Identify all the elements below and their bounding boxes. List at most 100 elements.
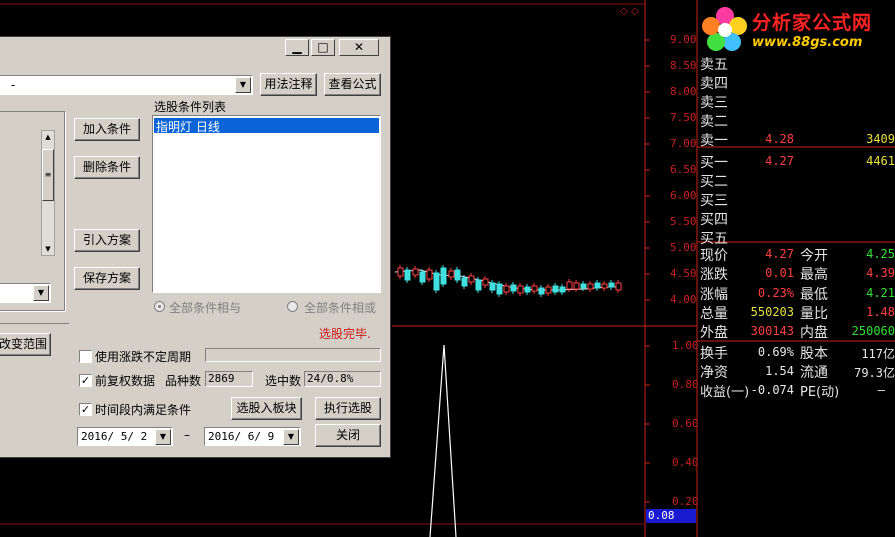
progress-bar bbox=[205, 348, 381, 362]
irregular-period-label: 使用涨跌不定周期 bbox=[95, 350, 192, 364]
logo-url: www.88gs.com bbox=[752, 35, 863, 50]
value-zhangfu: 0.23% bbox=[757, 286, 794, 300]
indicator-axis-label: 1.00 bbox=[672, 339, 699, 352]
selected-value: 24/0.8% bbox=[307, 372, 354, 385]
period-combo[interactable]: ▼ bbox=[0, 283, 51, 303]
execute-selection-button[interactable]: 执行选股 bbox=[315, 397, 381, 420]
indicator-axis-label: 0.20 bbox=[672, 495, 699, 508]
radio-all-and[interactable] bbox=[154, 301, 165, 312]
diamond-marker: ◇ bbox=[631, 6, 639, 17]
candle-body bbox=[433, 272, 440, 291]
scroll-down-icon[interactable]: ▼ bbox=[42, 243, 54, 255]
chevron-down-icon[interactable]: ▼ bbox=[235, 77, 251, 93]
delete-condition-button[interactable]: 删除条件 bbox=[74, 156, 140, 179]
selected-label: 选中数 bbox=[265, 374, 302, 388]
candle-body bbox=[538, 287, 545, 295]
value-huanshou: 0.69% bbox=[757, 345, 794, 359]
price-axis-label: 7.50 bbox=[670, 111, 697, 124]
condition-list-label: 选股条件列表 bbox=[154, 100, 227, 114]
candle-body bbox=[545, 286, 552, 294]
chevron-down-icon[interactable]: ▼ bbox=[155, 429, 171, 445]
buy-level-label: 买一 bbox=[700, 155, 728, 171]
prerights-checkbox[interactable]: ✓ bbox=[79, 374, 92, 387]
add-condition-button[interactable]: 加入条件 bbox=[74, 118, 140, 141]
sell-level-label: 卖二 bbox=[700, 114, 728, 130]
candle-body bbox=[468, 275, 475, 283]
price-axis-label: 7.00 bbox=[670, 137, 697, 150]
view-formula-button[interactable]: 查看公式 bbox=[324, 73, 381, 96]
value-liutong: 79.3亿 bbox=[854, 366, 895, 380]
candle-body bbox=[489, 282, 496, 291]
date-to-picker[interactable]: 2016/ 6/ 9 ▼ bbox=[204, 427, 301, 446]
diamond-marker: ◇ bbox=[620, 6, 628, 17]
formula-combo[interactable]: - ▼ bbox=[0, 75, 253, 95]
label-waipan: 外盘 bbox=[700, 325, 728, 341]
value-guben: 117亿 bbox=[861, 347, 895, 361]
buy-level-price: 4.27 bbox=[765, 154, 794, 168]
close-window-button[interactable]: ✕ bbox=[339, 39, 379, 56]
price-axis-label: 8.50 bbox=[670, 59, 697, 72]
usage-notes-button[interactable]: 用法注释 bbox=[260, 73, 317, 96]
value-zuigao: 4.39 bbox=[866, 266, 895, 280]
candle-body bbox=[412, 268, 419, 276]
close-button[interactable]: 关闭 bbox=[315, 424, 381, 447]
label-huanshou: 换手 bbox=[700, 346, 728, 362]
value-shouyi: -0.074 bbox=[750, 383, 794, 397]
period-satisfy-checkbox[interactable]: ✓ bbox=[79, 403, 92, 416]
sell-level-label: 卖五 bbox=[700, 57, 728, 73]
label-shouyi: 收益(一) bbox=[700, 385, 750, 400]
import-scheme-button[interactable]: 引入方案 bbox=[74, 229, 140, 252]
irregular-period-checkbox[interactable] bbox=[79, 350, 92, 363]
candle-body bbox=[440, 267, 447, 285]
condition-item[interactable]: 指明灯 日线 bbox=[154, 118, 379, 134]
candle-body bbox=[580, 283, 587, 289]
candle-body bbox=[454, 269, 461, 281]
logo: 分析家公式网 www.88gs.com bbox=[700, 2, 895, 56]
condition-list[interactable]: 指明灯 日线 bbox=[152, 115, 381, 293]
scroll-up-icon[interactable]: ▲ bbox=[42, 131, 54, 143]
condition-item-text: 指明灯 日线 bbox=[156, 120, 220, 134]
candle-body bbox=[594, 282, 601, 289]
logo-title: 分析家公式网 bbox=[752, 12, 873, 34]
save-scheme-button[interactable]: 保存方案 bbox=[74, 267, 140, 290]
buy-level-label: 买三 bbox=[700, 193, 728, 209]
label-jingzi: 净资 bbox=[700, 365, 728, 381]
value-xianjia: 4.27 bbox=[765, 247, 794, 261]
candle-body bbox=[503, 285, 510, 293]
count-label: 品种数 bbox=[165, 374, 202, 388]
add-to-block-button[interactable]: 选股入板块 bbox=[231, 397, 302, 420]
minimize-button[interactable]: ▁ bbox=[285, 39, 309, 56]
candle-body bbox=[419, 271, 426, 283]
indicator-axis-label: 0.60 bbox=[672, 417, 699, 430]
maximize-button[interactable]: □ bbox=[311, 39, 335, 56]
dialog-titlebar[interactable]: ▁ □ ✕ bbox=[0, 37, 390, 59]
chevron-down-icon[interactable]: ▼ bbox=[33, 285, 49, 301]
label-zongliang: 总量 bbox=[700, 306, 728, 322]
status-text: 选股完毕. bbox=[319, 327, 371, 341]
candle-body bbox=[448, 270, 455, 278]
date-to-value: 2016/ 6/ 9 bbox=[208, 430, 275, 443]
label-liangbi: 量比 bbox=[800, 306, 828, 322]
formula-combo-value: - bbox=[11, 78, 16, 92]
label-neipan: 内盘 bbox=[800, 325, 828, 341]
chevron-down-icon[interactable]: ▼ bbox=[283, 429, 299, 445]
candle-body bbox=[531, 285, 538, 292]
date-separator: – bbox=[184, 428, 190, 442]
candle-body bbox=[482, 278, 489, 286]
candle-body bbox=[496, 283, 503, 295]
scroll-thumb[interactable]: ≡ bbox=[42, 149, 54, 201]
flower-logo-icon bbox=[702, 7, 747, 51]
count-value: 2869 bbox=[208, 372, 235, 385]
value-pe: – bbox=[877, 383, 885, 397]
buy-level-label: 买四 bbox=[700, 212, 728, 228]
label-pe: PE(动) bbox=[800, 385, 840, 400]
radio-all-or[interactable] bbox=[287, 301, 298, 312]
value-jinkai: 4.25 bbox=[866, 247, 895, 261]
sell-level-price: 4.28 bbox=[765, 132, 794, 146]
candle-body bbox=[461, 277, 468, 287]
change-range-button[interactable]: 改变范围 bbox=[0, 333, 51, 356]
value-liangbi: 1.48 bbox=[866, 305, 895, 319]
date-from-picker[interactable]: 2016/ 5/ 2 ▼ bbox=[77, 427, 173, 446]
parameter-scrollbar[interactable]: ▲ ≡ ▼ bbox=[41, 130, 55, 256]
buy-level-volume: 4461 bbox=[866, 154, 895, 168]
